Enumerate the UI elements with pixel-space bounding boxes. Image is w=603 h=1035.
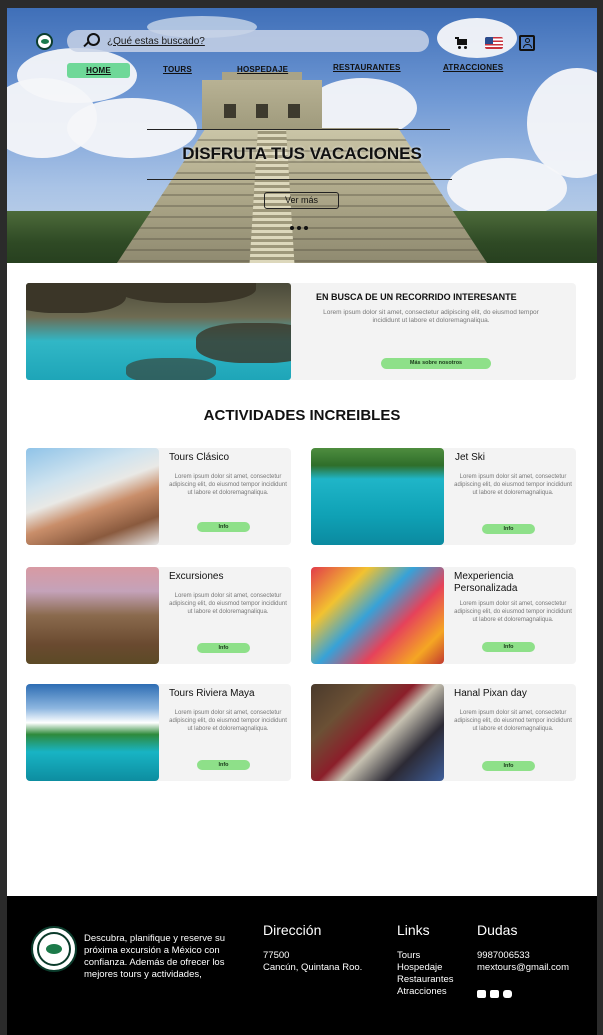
card-text: Lorem ipsum dolor sit amet, consectetur … — [454, 474, 572, 496]
temple-door — [224, 104, 236, 118]
temple-image — [202, 80, 322, 130]
nav-tours[interactable]: TOURS — [163, 65, 192, 74]
page: ¿Qué estas buscado? HOME TOURS HOSPEDAJE… — [7, 8, 597, 1035]
nav-home[interactable]: HOME — [67, 63, 130, 78]
activity-card[interactable]: Hanal Pixan day Lorem ipsum dolor sit am… — [311, 684, 576, 781]
info-button[interactable]: Info — [482, 642, 535, 652]
mexperiencia-image — [311, 567, 444, 664]
social-links — [477, 990, 512, 998]
cloud — [437, 18, 517, 58]
carousel-dots[interactable] — [290, 226, 308, 230]
instagram-icon[interactable] — [503, 990, 512, 998]
phone[interactable]: 9987006533 — [477, 950, 530, 962]
hero-banner: ¿Qué estas buscado? HOME TOURS HOSPEDAJE… — [7, 8, 597, 263]
user-icon[interactable] — [519, 35, 535, 51]
promo-text: Lorem ipsum dolor sit amet, consectetur … — [323, 309, 539, 324]
tours-clasico-image — [26, 448, 159, 545]
promo-title: EN BUSCA DE UN RECORRIDO INTERESANTE — [316, 292, 517, 302]
twitter-icon[interactable] — [477, 990, 486, 998]
hanal-pixan-image — [311, 684, 444, 781]
info-button[interactable]: Info — [482, 761, 535, 771]
card-text: Lorem ipsum dolor sit amet, consectetur … — [454, 710, 572, 732]
search-bar[interactable]: ¿Qué estas buscado? — [67, 30, 429, 52]
contact-title: Dudas — [477, 922, 518, 938]
card-text: Lorem ipsum dolor sit amet, consectetur … — [169, 593, 287, 615]
card-title: Jet Ski — [455, 452, 486, 463]
excursiones-image — [26, 567, 159, 664]
footer-link-restaurantes[interactable]: Restaurantes — [397, 974, 454, 986]
activity-card[interactable]: Tours Clásico Lorem ipsum dolor sit amet… — [26, 448, 291, 545]
address-line: Cancún, Quintana Roo. — [263, 962, 363, 973]
address-line: 77500 — [263, 950, 290, 961]
nav-atracciones[interactable]: ATRACCIONES — [443, 63, 503, 72]
activities-title: ACTIVIDADES INCREIBLES — [203, 407, 401, 424]
links-title: Links — [397, 922, 430, 938]
info-button[interactable]: Info — [197, 760, 250, 770]
card-text: Lorem ipsum dolor sit amet, consectetur … — [169, 474, 287, 496]
about-us-button[interactable]: Más sobre nosotros — [381, 358, 491, 369]
cloud — [447, 158, 567, 218]
email[interactable]: mextours@gmail.com — [477, 962, 569, 974]
card-title: Tours Riviera Maya — [169, 688, 255, 699]
info-button[interactable]: Info — [482, 524, 535, 534]
temple-door — [288, 104, 300, 118]
info-button[interactable]: Info — [197, 643, 250, 653]
card-text: Lorem ipsum dolor sit amet, consectetur … — [454, 601, 572, 623]
footer-link-hospedaje[interactable]: Hospedaje — [397, 962, 442, 974]
promo-card: EN BUSCA DE UN RECORRIDO INTERESANTE Lor… — [26, 283, 576, 380]
footer: Descubra, planifique y reserve su próxim… — [7, 896, 597, 1035]
logo-icon[interactable] — [36, 33, 53, 50]
card-text: Lorem ipsum dolor sit amet, consectetur … — [169, 710, 287, 732]
ver-mas-button[interactable]: Ver más — [264, 192, 339, 209]
info-button[interactable]: Info — [197, 522, 250, 532]
cenote-image — [26, 283, 291, 380]
footer-description: Descubra, planifique y reserve su próxim… — [84, 933, 225, 980]
activity-card[interactable]: Excursiones Lorem ipsum dolor sit amet, … — [26, 567, 291, 664]
footer-link-atracciones[interactable]: Atracciones — [397, 986, 447, 998]
hero-title: DISFRUTA TUS VACACIONES — [182, 144, 422, 163]
address-title: Dirección — [263, 922, 322, 938]
us-flag-icon[interactable] — [485, 37, 503, 49]
activity-card[interactable]: Jet Ski Lorem ipsum dolor sit amet, cons… — [311, 448, 576, 545]
activity-card[interactable]: Tours Riviera Maya Lorem ipsum dolor sit… — [26, 684, 291, 781]
search-icon[interactable] — [83, 33, 100, 49]
facebook-icon[interactable] — [490, 990, 499, 998]
divider — [147, 179, 452, 180]
card-title: Hanal Pixan day — [454, 688, 527, 699]
jet-ski-image — [311, 448, 444, 545]
card-title: Tours Clásico — [169, 452, 230, 463]
nav-restaurantes[interactable]: RESTAURANTES — [333, 63, 401, 72]
divider — [147, 129, 450, 130]
search-input[interactable]: ¿Qué estas buscado? — [107, 36, 205, 47]
nav-hospedaje[interactable]: HOSPEDAJE — [237, 65, 288, 74]
footer-link-tours[interactable]: Tours — [397, 950, 420, 962]
activity-card[interactable]: Mexperiencia Personalizada Lorem ipsum d… — [311, 567, 576, 664]
footer-logo-icon — [31, 926, 77, 972]
riviera-maya-image — [26, 684, 159, 781]
temple-door — [256, 104, 268, 118]
cart-icon[interactable] — [455, 37, 467, 49]
card-title: Mexperiencia Personalizada — [454, 571, 518, 594]
card-title: Excursiones — [169, 571, 224, 582]
